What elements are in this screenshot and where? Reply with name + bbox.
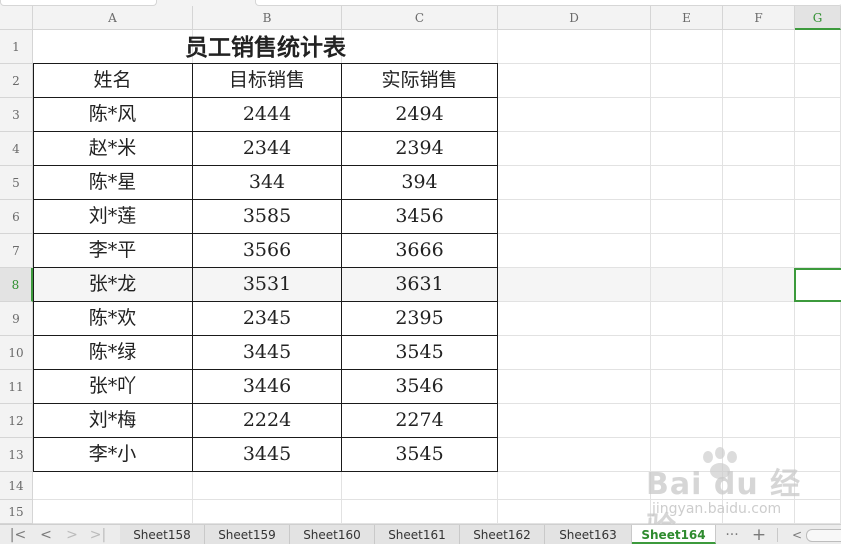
row-header-5[interactable]: 5 — [0, 166, 33, 200]
data-cell[interactable]: 3531 — [193, 268, 342, 302]
sheet-tab-sheet158[interactable]: Sheet158 — [120, 525, 205, 544]
scroll-left-button[interactable]: < — [790, 526, 804, 544]
column-header-f[interactable]: F — [723, 6, 795, 30]
selected-cell-box[interactable] — [794, 268, 841, 302]
header-cell[interactable]: 姓名 — [33, 64, 193, 98]
row-header-8[interactable]: 8 — [0, 268, 33, 302]
data-cell[interactable]: 3666 — [342, 234, 498, 268]
row-header-4[interactable]: 4 — [0, 132, 33, 166]
data-cell[interactable]: 刘*梅 — [33, 404, 193, 438]
data-cell[interactable]: 张*吖 — [33, 370, 193, 404]
data-cell[interactable]: 3446 — [193, 370, 342, 404]
sheet-tab-sheet164[interactable]: Sheet164 — [632, 525, 716, 544]
column-header-g[interactable]: G — [795, 6, 841, 30]
last-sheet-button[interactable]: >| — [88, 526, 108, 544]
row-header-11[interactable]: 11 — [0, 370, 33, 404]
data-cell[interactable]: 2274 — [342, 404, 498, 438]
row-header-14[interactable]: 14 — [0, 472, 33, 500]
column-header-d[interactable]: D — [498, 6, 651, 30]
row-header-6[interactable]: 6 — [0, 200, 33, 234]
data-cell[interactable]: 2395 — [342, 302, 498, 336]
sheet-tab-sheet162[interactable]: Sheet162 — [460, 525, 545, 544]
data-cell[interactable]: 2345 — [193, 302, 342, 336]
spreadsheet-grid[interactable]: A B C D E F G 1 2 3 4 5 6 7 8 9 10 11 12 13 14 15 员工销售统计表 姓名 目标销… — [0, 6, 841, 524]
horizontal-scrollbar-thumb[interactable] — [806, 529, 841, 542]
row-header-12[interactable]: 12 — [0, 404, 33, 438]
more-sheets-button[interactable]: ··· — [720, 526, 744, 544]
row-header-3[interactable]: 3 — [0, 98, 33, 132]
sheet-title-cell[interactable]: 员工销售统计表 — [33, 30, 498, 64]
data-cell[interactable]: 3631 — [342, 268, 498, 302]
data-cell[interactable]: 3445 — [193, 336, 342, 370]
sheet-tab-sheet159[interactable]: Sheet159 — [205, 525, 290, 544]
first-sheet-button[interactable]: |< — [8, 526, 28, 544]
data-cell[interactable]: 陈*星 — [33, 166, 193, 200]
select-all-corner[interactable] — [0, 6, 33, 30]
data-cell[interactable]: 394 — [342, 166, 498, 200]
data-cell[interactable]: 3546 — [342, 370, 498, 404]
column-header-b[interactable]: B — [193, 6, 342, 30]
row-header-2[interactable]: 2 — [0, 64, 33, 98]
data-cell[interactable]: 2224 — [193, 404, 342, 438]
sheet-tab-sheet163[interactable]: Sheet163 — [545, 525, 632, 544]
row-header-13[interactable]: 13 — [0, 438, 33, 472]
column-header-a[interactable]: A — [33, 6, 193, 30]
grid-hline — [33, 499, 841, 500]
data-cell[interactable]: 3445 — [193, 438, 342, 472]
data-cell[interactable]: 陈*绿 — [33, 336, 193, 370]
data-cell[interactable]: 李*小 — [33, 438, 193, 472]
data-cell[interactable]: 2444 — [193, 98, 342, 132]
sheet-tab-sheet161[interactable]: Sheet161 — [375, 525, 460, 544]
tabbar-divider — [777, 528, 778, 542]
grid-vline — [722, 30, 723, 524]
data-cell[interactable]: 2394 — [342, 132, 498, 166]
data-cell[interactable]: 344 — [193, 166, 342, 200]
data-cell[interactable]: 2494 — [342, 98, 498, 132]
prev-sheet-button[interactable]: < — [36, 526, 56, 544]
data-cell[interactable]: 陈*欢 — [33, 302, 193, 336]
data-cell[interactable]: 张*龙 — [33, 268, 193, 302]
row-header-1[interactable]: 1 — [0, 30, 33, 64]
next-sheet-button[interactable]: > — [62, 526, 82, 544]
data-cell[interactable]: 陈*风 — [33, 98, 193, 132]
data-cell[interactable]: 2344 — [193, 132, 342, 166]
header-cell[interactable]: 目标销售 — [193, 64, 342, 98]
add-sheet-button[interactable]: + — [748, 526, 770, 544]
row-header-15[interactable]: 15 — [0, 500, 33, 524]
data-cell[interactable]: 刘*莲 — [33, 200, 193, 234]
data-cell[interactable]: 3456 — [342, 200, 498, 234]
row-header-9[interactable]: 9 — [0, 302, 33, 336]
data-cell[interactable]: 3566 — [193, 234, 342, 268]
grid-vline — [650, 30, 651, 524]
row-header-10[interactable]: 10 — [0, 336, 33, 370]
header-cell[interactable]: 实际销售 — [342, 64, 498, 98]
row-header-7[interactable]: 7 — [0, 234, 33, 268]
data-cell[interactable]: 3545 — [342, 438, 498, 472]
column-header-c[interactable]: C — [342, 6, 498, 30]
data-cell[interactable]: 李*平 — [33, 234, 193, 268]
sheet-tab-sheet160[interactable]: Sheet160 — [290, 525, 375, 544]
data-cell[interactable]: 3585 — [193, 200, 342, 234]
column-header-e[interactable]: E — [651, 6, 723, 30]
sheet-tab-bar: |< < > >| Sheet158 Sheet159 Sheet160 Sheet1… — [0, 524, 841, 544]
data-cell[interactable]: 3545 — [342, 336, 498, 370]
data-cell[interactable]: 赵*米 — [33, 132, 193, 166]
